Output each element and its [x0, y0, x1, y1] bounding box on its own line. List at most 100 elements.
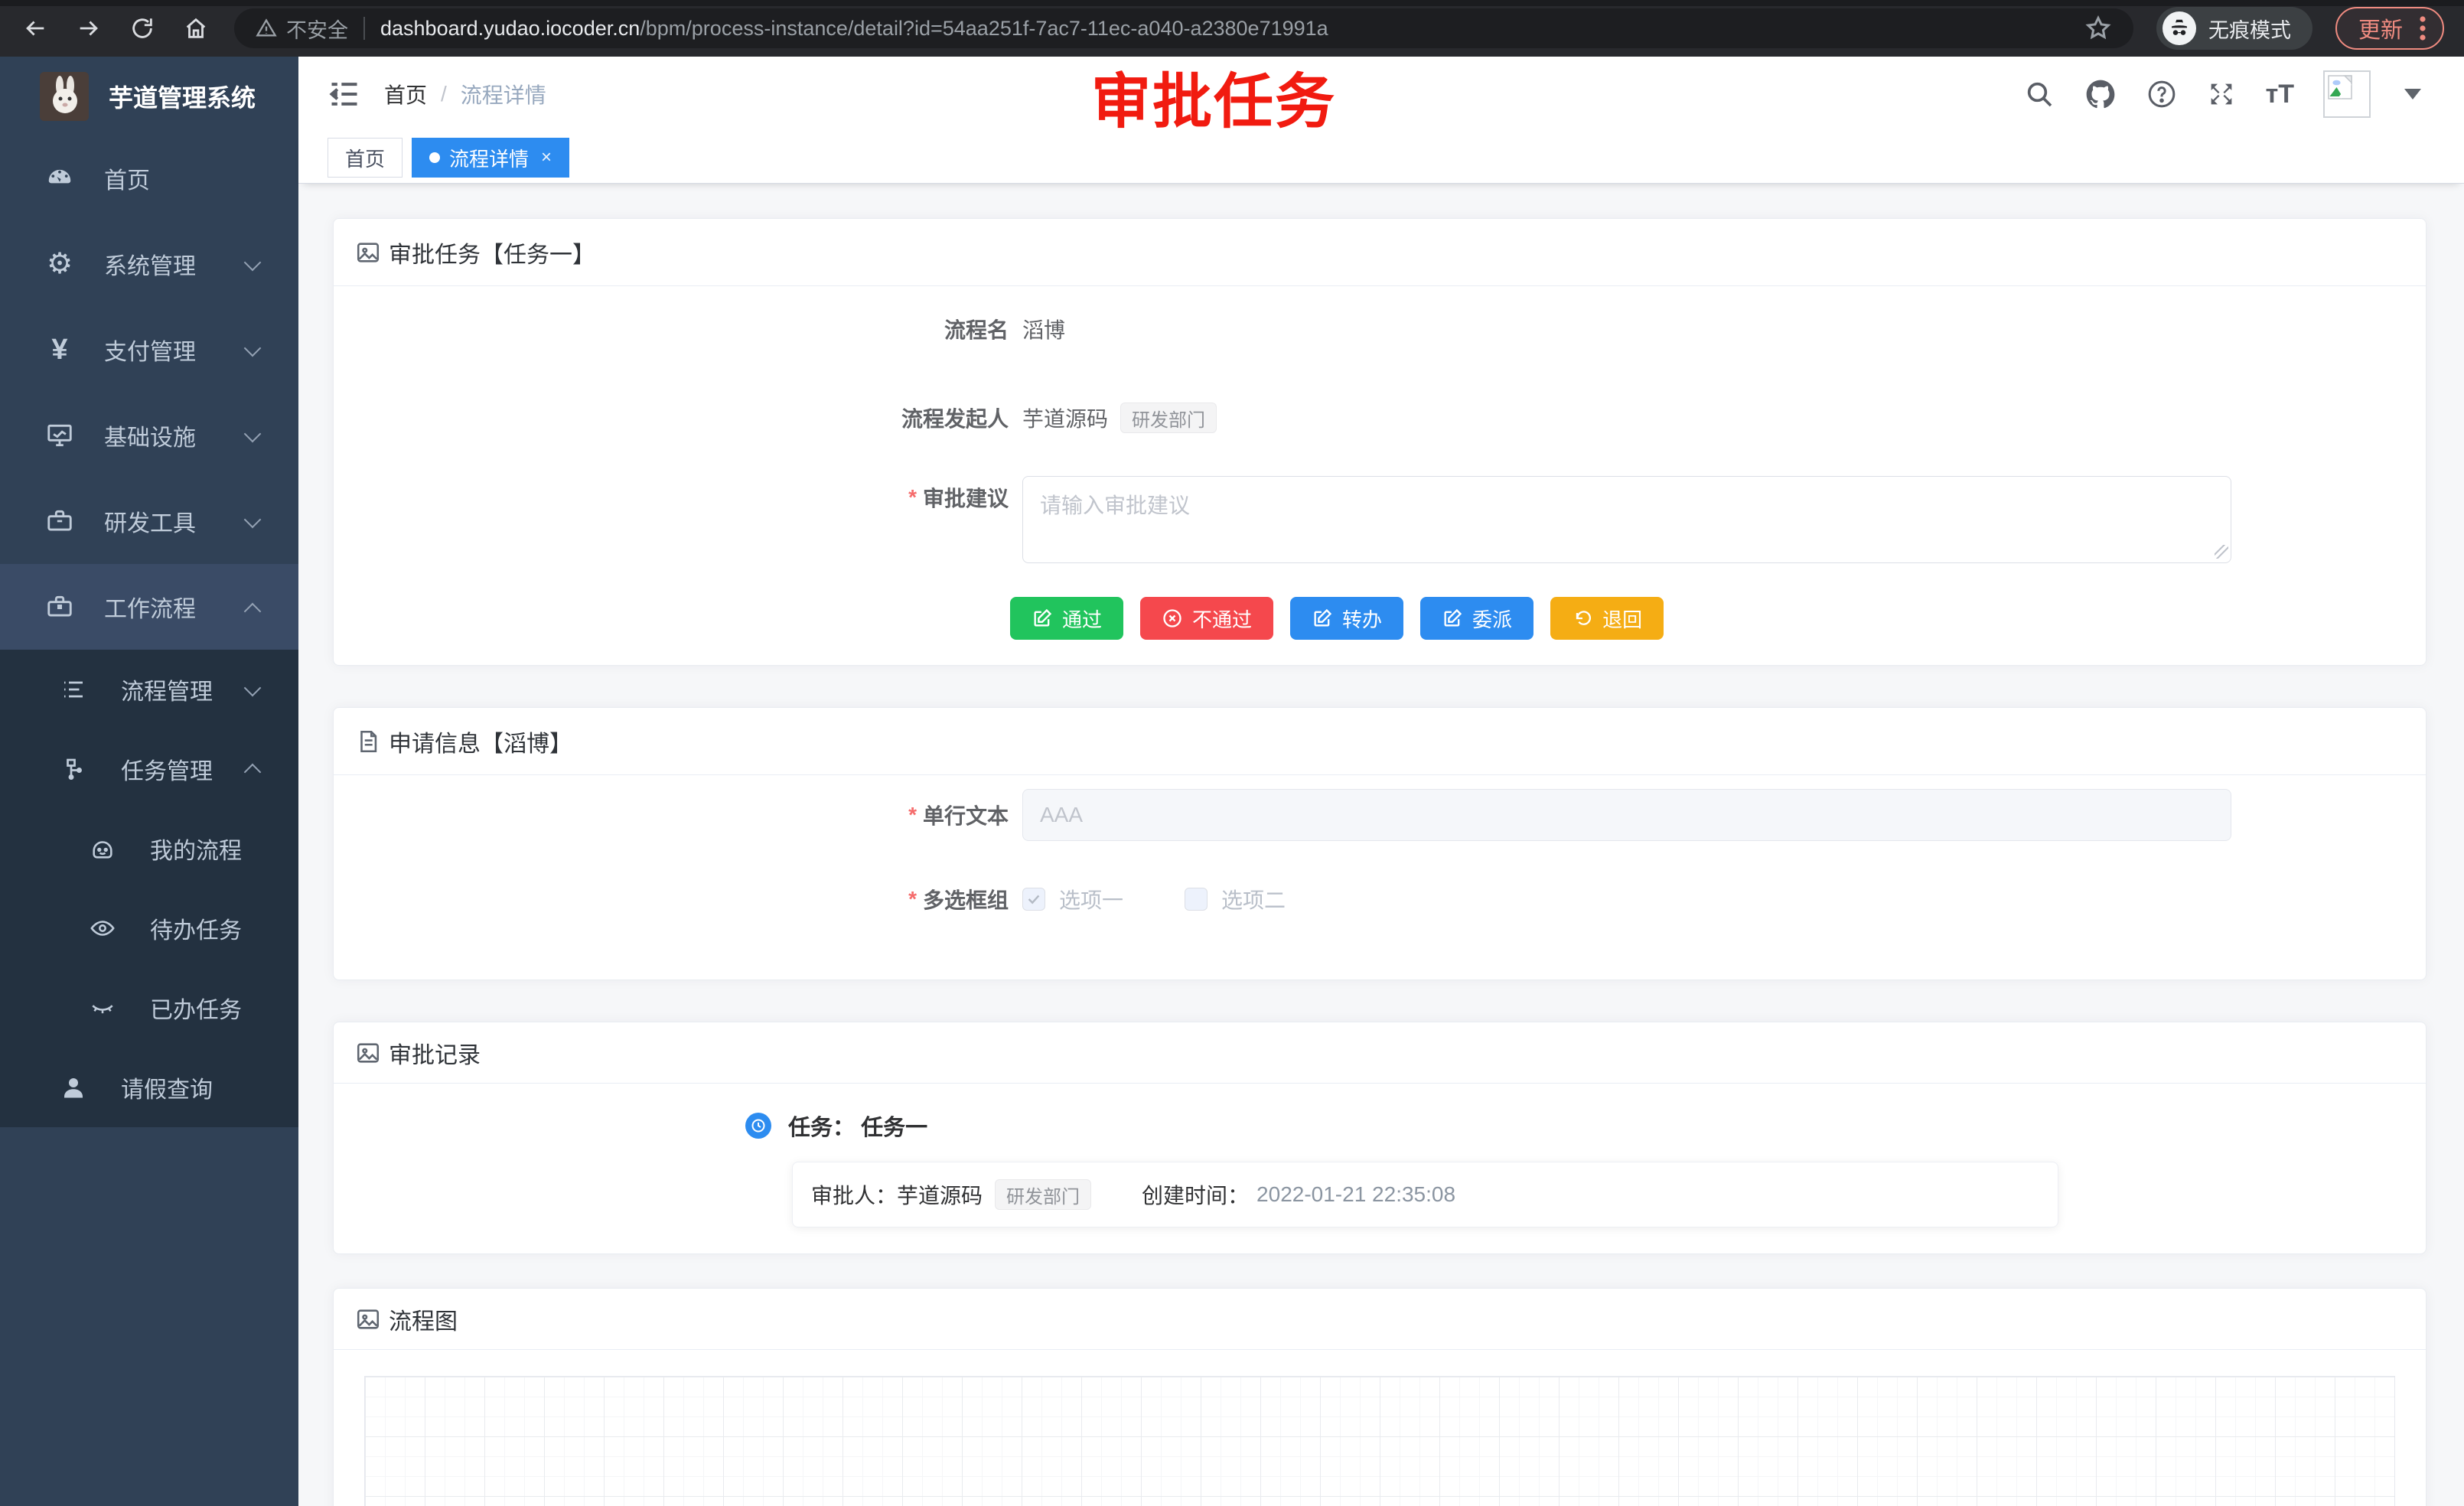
sidebar-item-done-tasks[interactable]: 已办任务 — [0, 968, 298, 1048]
document-icon — [355, 729, 381, 755]
sidebar-item-task-management[interactable]: 任务管理 — [0, 729, 298, 809]
forward-icon[interactable] — [73, 13, 104, 44]
tab-home[interactable]: 首页 — [328, 138, 403, 178]
sidebar-item-devtools[interactable]: 研发工具 — [0, 478, 298, 564]
checkbox-option-2: 选项二 — [1185, 884, 1286, 914]
card-title: 申请信息【滔博】 — [389, 725, 572, 758]
circle-close-icon — [1162, 608, 1183, 629]
avatar-dropdown-caret-icon[interactable] — [2404, 89, 2421, 99]
help-question-icon[interactable] — [2146, 79, 2177, 109]
created-label: 创建时间： — [1142, 1179, 1249, 1210]
checkbox-label: 选项二 — [1221, 884, 1286, 914]
browser-update-button[interactable]: 更新 — [2335, 7, 2444, 50]
sidebar-item-label: 支付管理 — [104, 333, 196, 367]
update-label[interactable]: 更新 — [2358, 12, 2403, 44]
breadcrumb-separator: / — [441, 82, 447, 106]
sidebar-item-todo-tasks[interactable]: 待办任务 — [0, 888, 298, 968]
reject-button[interactable]: 不通过 — [1140, 597, 1273, 640]
sidebar-item-home[interactable]: 首页 — [0, 135, 298, 221]
card-title: 审批任务【任务一】 — [389, 236, 595, 269]
undo-icon — [1572, 608, 1593, 629]
active-tab-dot — [429, 152, 440, 163]
card-title: 流程图 — [389, 1302, 458, 1336]
single-line-text-input — [1022, 789, 2231, 841]
home-icon[interactable] — [181, 13, 211, 44]
sidebar-item-workflow[interactable]: 工作流程 — [0, 564, 298, 650]
approver-label: 审批人： — [811, 1179, 897, 1210]
tab-process-detail[interactable]: 流程详情 × — [412, 138, 569, 178]
workflow-submenu: 流程管理 任务管理 我的流程 待办任务 — [0, 650, 298, 1127]
eye-closed-icon — [86, 995, 119, 1021]
chevron-up-icon — [244, 603, 262, 621]
search-icon[interactable] — [2024, 79, 2055, 109]
sidebar-fold-icon[interactable] — [328, 77, 361, 111]
list-tree-icon — [57, 676, 90, 703]
sidebar-item-label: 工作流程 — [104, 590, 196, 624]
created-time: 2022-01-21 22:35:08 — [1256, 1182, 1455, 1207]
dashboard-icon — [43, 164, 77, 193]
card-header: 申请信息【滔博】 — [334, 708, 2426, 775]
chevron-down-icon — [244, 425, 262, 443]
address-bar[interactable]: 不安全 dashboard.yudao.iocoder.cn /bpm/proc… — [234, 8, 2133, 48]
sidebar-item-label: 请假查询 — [121, 1071, 213, 1104]
chevron-down-icon — [244, 680, 262, 697]
sidebar-item-payment[interactable]: ¥ 支付管理 — [0, 307, 298, 393]
card-header: 审批记录 — [334, 1022, 2426, 1084]
edit-icon — [1442, 608, 1463, 629]
delegate-button[interactable]: 委派 — [1420, 597, 1533, 640]
picture-icon — [355, 1040, 381, 1066]
chevron-down-icon — [244, 511, 262, 529]
sidebar-item-label: 待办任务 — [150, 911, 242, 945]
app-title: 芋道管理系统 — [109, 79, 256, 114]
return-button[interactable]: 退回 — [1550, 597, 1664, 640]
sidebar-item-my-processes[interactable]: 我的流程 — [0, 809, 298, 888]
sidebar-item-label: 基础设施 — [104, 419, 196, 452]
comment-textarea[interactable] — [1022, 476, 2231, 563]
browser-menu-dots-icon[interactable] — [2418, 15, 2427, 42]
bookmark-star-icon[interactable] — [2084, 15, 2112, 42]
not-secure-warning-icon[interactable] — [256, 18, 277, 39]
yen-icon: ¥ — [43, 335, 77, 364]
incognito-badge: 无痕模式 — [2156, 7, 2312, 50]
initiator-value: 芋道源码 — [1022, 403, 1108, 433]
task-label: 任务： — [788, 1116, 855, 1140]
reload-icon[interactable] — [127, 13, 158, 44]
breadcrumb-home[interactable]: 首页 — [384, 79, 427, 109]
toolbox-icon — [43, 507, 77, 536]
bpmn-canvas[interactable] — [364, 1376, 2395, 1506]
breadcrumb: 首页 / 流程详情 — [384, 79, 546, 109]
transfer-button[interactable]: 转办 — [1290, 597, 1403, 640]
approve-button[interactable]: 通过 — [1010, 597, 1123, 640]
sidebar-item-label: 任务管理 — [121, 752, 213, 786]
app-logo-row[interactable]: 芋道管理系统 — [0, 57, 298, 135]
back-icon[interactable] — [20, 13, 51, 44]
record-item: 审批人： 芋道源码 研发部门 创建时间： 2022-01-21 22:35:08 — [792, 1162, 2058, 1227]
timeline-clock-icon — [745, 1113, 771, 1139]
checkbox-checked-icon — [1022, 888, 1045, 911]
edit-icon — [1312, 608, 1333, 629]
process-name-label: 流程名 — [334, 314, 1009, 344]
approver-name: 芋道源码 — [897, 1179, 983, 1210]
picture-icon — [355, 240, 381, 266]
sidebar-item-infrastructure[interactable]: 基础设施 — [0, 393, 298, 478]
card-header: 流程图 — [334, 1289, 2426, 1350]
sidebar-item-process-management[interactable]: 流程管理 — [0, 650, 298, 729]
close-icon[interactable]: × — [541, 147, 552, 168]
avatar[interactable] — [2323, 70, 2371, 118]
app-header: 首页 / 流程详情 审批任务 тT — [298, 57, 2464, 132]
sidebar-item-leave-query[interactable]: 请假查询 — [0, 1048, 298, 1127]
edit-icon — [1032, 608, 1053, 629]
url-host: dashboard.yudao.iocoder.cn — [380, 17, 640, 41]
checkbox-unchecked-icon — [1185, 888, 1208, 911]
checkbox-group-label-wrap: * 多选框组 — [334, 884, 1009, 914]
sidebar-item-label: 已办任务 — [150, 991, 242, 1025]
sidebar-item-label: 流程管理 — [121, 673, 213, 706]
incognito-label: 无痕模式 — [2208, 14, 2291, 44]
sidebar-item-system[interactable]: ⚙ 系统管理 — [0, 221, 298, 307]
textarea-resize-handle[interactable] — [2215, 545, 2228, 559]
font-size-icon[interactable]: тT — [2266, 80, 2294, 109]
fullscreen-icon[interactable] — [2206, 79, 2237, 109]
page-content: 审批任务【任务一】 流程名 滔博 流程发起人 芋道源码 研发部门 — [298, 184, 2464, 1506]
github-icon[interactable] — [2084, 77, 2117, 111]
initiator-label: 流程发起人 — [334, 403, 1009, 433]
